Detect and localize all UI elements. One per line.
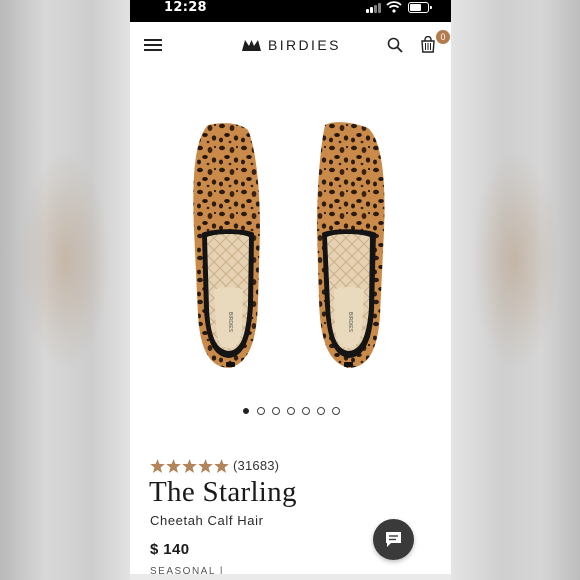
star-icon [182, 458, 197, 473]
gallery-dot[interactable] [317, 407, 325, 415]
product-name: The Starling [149, 476, 297, 508]
brand-logo[interactable]: BIRDIES [242, 36, 341, 54]
gallery-pagination [242, 407, 340, 415]
svg-text:BIRDIES: BIRDIES [227, 312, 233, 333]
gallery-dot[interactable] [243, 408, 249, 414]
product-variant: Cheetah Calf Hair [150, 513, 264, 528]
cart-count-badge: 0 [436, 30, 450, 44]
status-time: 12:28 [164, 0, 207, 15]
search-icon[interactable] [387, 37, 403, 53]
signal-icon [366, 3, 381, 13]
background-left [0, 0, 130, 580]
gallery-dot[interactable] [332, 407, 340, 415]
status-bar: 12:28 [130, 0, 451, 22]
wifi-icon [386, 1, 402, 13]
birdies-logo-icon [242, 39, 261, 51]
menu-icon[interactable] [144, 39, 162, 51]
gallery-dot[interactable] [257, 407, 265, 415]
right-shoe: BIRDIES [317, 122, 385, 368]
battery-icon [408, 2, 432, 13]
star-icon [150, 458, 165, 473]
brand-name: BIRDIES [268, 37, 341, 53]
site-header: BIRDIES 0 [130, 22, 451, 68]
bottom-bar [130, 574, 451, 580]
gallery-dot[interactable] [302, 407, 310, 415]
star-icon [214, 458, 229, 473]
chat-bubble-icon [386, 532, 401, 547]
product-image[interactable]: BIRDIES BIRDIES [130, 100, 451, 390]
review-count: (31683) [233, 458, 280, 473]
gallery-dot[interactable] [287, 407, 295, 415]
star-icon [166, 458, 181, 473]
svg-text:BIRDIES: BIRDIES [347, 312, 353, 333]
product-price: $ 140 [150, 541, 190, 558]
chat-button[interactable] [373, 519, 414, 560]
cart-icon[interactable] [421, 36, 435, 53]
background-right [451, 0, 580, 580]
left-shoe: BIRDIES [193, 123, 260, 368]
rating-stars [150, 458, 229, 473]
product-rating[interactable]: (31683) [150, 458, 279, 473]
phone-screen: 12:28 BIRDIES 0 BIRDIES BIRDIES (31683) … [130, 0, 451, 580]
gallery-dot[interactable] [272, 407, 280, 415]
star-icon [198, 458, 213, 473]
